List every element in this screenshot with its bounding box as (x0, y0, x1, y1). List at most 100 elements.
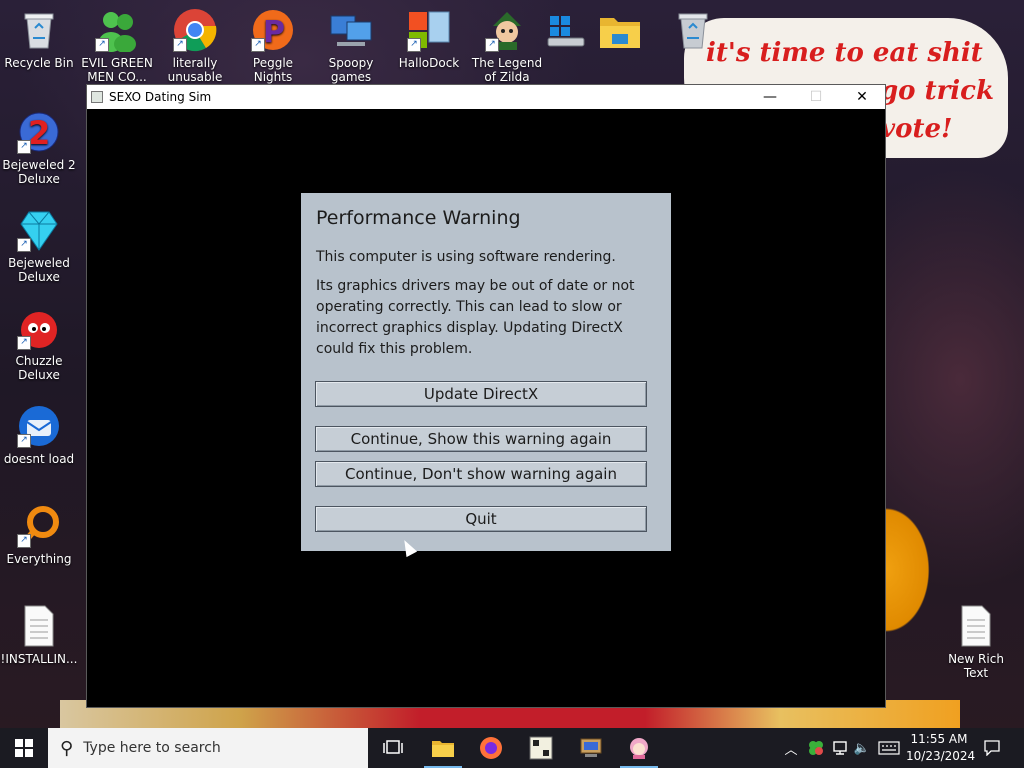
bejeweled-icon: ↗ (17, 208, 61, 252)
desktop-icon-new-rich-text[interactable]: New Rich Text Document.txt (936, 604, 1016, 680)
computers-icon (329, 8, 373, 52)
chevron-up-icon: ︿ (784, 742, 798, 758)
desktop-icon-hallodock[interactable]: ↗ HalloDock (390, 8, 468, 84)
shortcut-arrow-icon: ↗ (407, 38, 421, 52)
shortcut-arrow-icon: ↗ (485, 38, 499, 52)
taskbar-clock[interactable]: 11:55 AM 10/23/2024 (906, 731, 976, 765)
green-men-icon: ↗ (95, 8, 139, 53)
window-titlebar[interactable]: SEXO Dating Sim — ☐ ✕ (87, 85, 885, 109)
desktop-icon-evil-green-men[interactable]: ↗ EVIL GREEN MEN CO... (78, 8, 156, 84)
show-hidden-icons-button[interactable]: ︿ (782, 728, 800, 768)
windows-drive-icon (544, 8, 588, 52)
desktop-icon-everything[interactable]: ↗ Everything (0, 504, 78, 580)
desktop-icon-label: The Legend of Zilda (471, 56, 543, 84)
shortcut-arrow-icon: ↗ (251, 38, 265, 52)
bejeweled2-icon: 2 ↗ (17, 110, 61, 154)
firefox-icon (480, 737, 502, 759)
search-icon: ⚲ (60, 737, 74, 759)
desktop-icon-bejeweled[interactable]: ↗ Bejeweled Deluxe (0, 208, 78, 284)
anime-girl-icon (630, 738, 648, 759)
svg-text:2: 2 (28, 114, 50, 152)
tray-app-icon[interactable] (806, 728, 826, 768)
recycle-bin-icon (671, 8, 715, 52)
desktop-icon-installing[interactable]: !INSTALLIN... (0, 604, 78, 680)
network-status-button[interactable] (830, 728, 850, 768)
windows-logo-icon (15, 739, 33, 757)
desktop-icon-thunderbird[interactable]: ↗ doesnt load (0, 404, 78, 480)
volume-button[interactable]: 🔈 (852, 728, 872, 768)
shortcut-arrow-icon: ↗ (17, 534, 31, 548)
desktop-icon-label: Bejeweled 2 Deluxe (2, 158, 76, 186)
taskbar-dating-sim[interactable] (616, 728, 662, 768)
desktop-icon-label: HalloDock (398, 56, 460, 70)
taskbar: ⚲ ︿ 🔈 11:55 AM 10/23/2024 (0, 728, 1024, 768)
svg-text:P: P (263, 15, 285, 50)
notification-icon (984, 740, 1000, 756)
clock-time: 11:55 AM (910, 732, 968, 746)
quit-button[interactable]: Quit (315, 506, 647, 532)
shortcut-arrow-icon: ↗ (17, 238, 31, 252)
desktop-icon-chuzzle[interactable]: ↗ Chuzzle Deluxe (0, 306, 78, 382)
shortcut-arrow-icon: ↗ (17, 336, 31, 350)
clock-date: 10/23/2024 (906, 749, 976, 763)
shortcut-arrow-icon: ↗ (17, 434, 31, 448)
dialog-message-1: This computer is using software renderin… (316, 249, 616, 265)
shortcut-arrow-icon: ↗ (173, 38, 187, 52)
taskbar-app-computer[interactable] (568, 728, 614, 768)
recycle-bin-icon (17, 8, 61, 52)
keyboard-button[interactable] (876, 728, 902, 768)
taskbar-firefox[interactable] (468, 728, 514, 768)
keyboard-icon (878, 741, 900, 755)
task-view-icon (383, 740, 403, 754)
performance-warning-dialog: Performance Warning This computer is usi… (301, 193, 671, 551)
continue-show-warning-button[interactable]: Continue, Show this warning again (315, 426, 647, 452)
desktop-icon-label: New Rich Text Document.txt (948, 652, 1004, 680)
desktop-icon-bejeweled-2[interactable]: 2 ↗ Bejeweled 2 Deluxe (0, 110, 78, 186)
desktop-icon-label: Bejeweled Deluxe (8, 256, 70, 284)
desktop-icon-label: Peggle Nights Deluxe (252, 56, 294, 84)
maximize-button[interactable]: ☐ (793, 85, 839, 109)
folder-icon (432, 741, 454, 757)
zilda-icon: ↗ (485, 8, 529, 52)
clover-icon (809, 741, 823, 755)
desktop-icon-folder[interactable] (594, 8, 646, 56)
continue-dont-show-button[interactable]: Continue, Don't show warning again (315, 461, 647, 487)
update-directx-button[interactable]: Update DirectX (315, 381, 647, 407)
desktop-icon-chrome[interactable]: ↗ literally unusable (156, 8, 234, 84)
desktop-icon-peggle[interactable]: P ↗ Peggle Nights Deluxe (234, 8, 312, 84)
task-view-button[interactable] (370, 728, 416, 768)
desktop-icon-label: Chuzzle Deluxe (15, 354, 63, 382)
text-file-icon (954, 604, 998, 648)
desktop-icon-drive[interactable] (540, 8, 592, 56)
folder-icon (598, 8, 642, 52)
desktop-icon-recycle-bin-2[interactable] (654, 8, 732, 56)
desktop-icon-label: !INSTALLIN... (0, 652, 78, 666)
game-window: SEXO Dating Sim — ☐ ✕ Performance Warnin… (86, 84, 886, 708)
desktop-icon-label: Recycle Bin (4, 56, 74, 70)
notifications-button[interactable] (980, 728, 1004, 768)
window-title: SEXO Dating Sim (109, 90, 212, 104)
minimize-button[interactable]: — (747, 85, 793, 109)
desktop-icon-spoopy-games[interactable]: Spoopy games (312, 8, 390, 84)
taskbar-app-crossword[interactable] (518, 728, 564, 768)
shortcut-arrow-icon: ↗ (17, 140, 31, 154)
chrome-icon: ↗ (173, 8, 217, 52)
taskbar-search-box[interactable]: ⚲ (48, 728, 368, 768)
app-window-icon (91, 91, 103, 103)
peggle-icon: P ↗ (251, 8, 295, 52)
chuzzle-icon: ↗ (17, 306, 61, 350)
desktop-icon-label: EVIL GREEN MEN CO... (81, 56, 153, 84)
desktop-icon-label: literally unusable (167, 56, 223, 84)
close-button[interactable]: ✕ (839, 85, 885, 109)
desktop-icon-recycle-bin[interactable]: Recycle Bin (0, 8, 78, 84)
start-button[interactable] (0, 728, 48, 768)
everything-icon: ↗ (17, 504, 61, 548)
desktop-icon-legend-of-zilda[interactable]: ↗ The Legend of Zilda (468, 8, 546, 84)
hallodock-icon: ↗ (407, 8, 451, 52)
computer-app-icon (580, 738, 602, 757)
speaker-icon: 🔈 (853, 740, 871, 756)
desktop-icon-label: Spoopy games (328, 56, 374, 84)
desktop-icon-label: Everything (6, 552, 72, 566)
search-input[interactable] (81, 739, 336, 757)
taskbar-file-explorer[interactable] (420, 728, 466, 768)
